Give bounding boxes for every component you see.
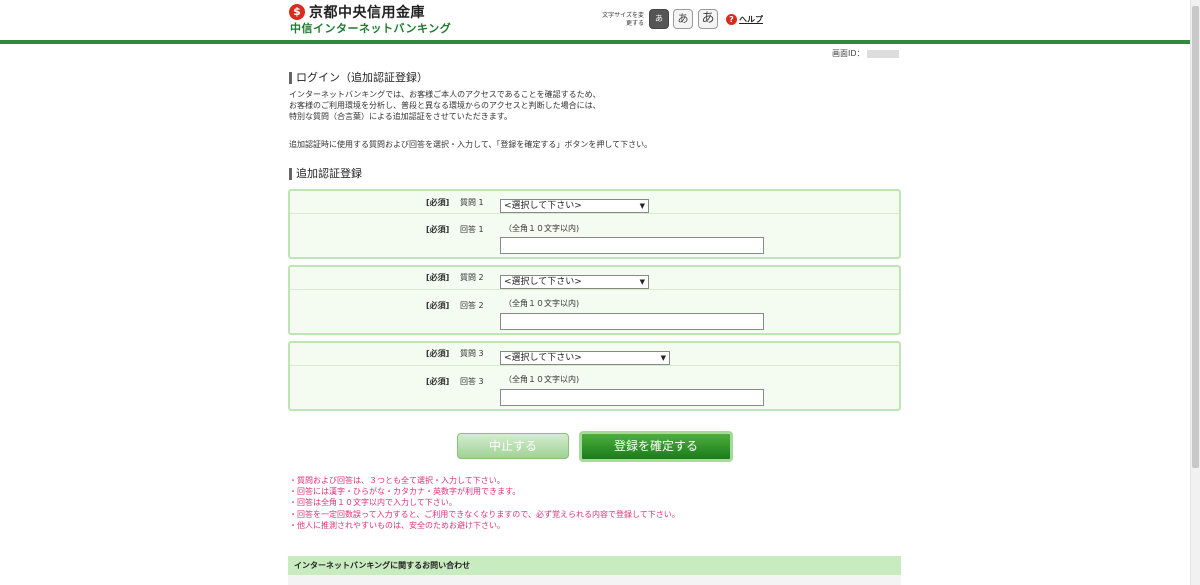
notes-list: ・質問および回答は、３つとも全て選択・入力して下さい。 ・回答には漢字・ひらがな… bbox=[289, 475, 680, 531]
question-select[interactable]: <選択して下さい> ▼ bbox=[500, 275, 649, 289]
header-divider bbox=[0, 40, 1190, 44]
select-value: <選択して下さい> bbox=[504, 277, 582, 287]
required-badge: [必須] bbox=[426, 301, 450, 310]
dropdown-arrow-icon: ▼ bbox=[660, 354, 666, 362]
dropdown-arrow-icon: ▼ bbox=[639, 278, 645, 286]
font-size-small-button[interactable]: あ bbox=[649, 9, 669, 29]
answer-input[interactable] bbox=[500, 237, 764, 254]
intro-line: 特別な質問（合言葉）による追加認証をさせていただきます。 bbox=[289, 112, 512, 121]
intro-text: インターネットバンキングでは、お客様ご本人のアクセスであることを確認するため、 … bbox=[289, 89, 889, 122]
question-label: 質問 1 bbox=[460, 198, 484, 207]
scroll-thumb[interactable] bbox=[1192, 6, 1199, 468]
question-label: 質問 3 bbox=[460, 349, 484, 358]
row-divider bbox=[290, 213, 899, 214]
dropdown-arrow-icon: ▼ bbox=[639, 202, 645, 210]
required-badge: [必須] bbox=[426, 198, 450, 207]
bank-logo-icon: $ bbox=[289, 4, 305, 20]
answer-label: 回答 1 bbox=[460, 225, 484, 234]
screen-id-label: 画面ID： bbox=[832, 49, 865, 58]
instruction-text: 追加認証時に使用する質問および回答を選択・入力して、「登録を確定する」ボタンを押… bbox=[289, 140, 653, 149]
contact-header: インターネットバンキングに関するお問い合わせ bbox=[288, 556, 901, 575]
answer-label: 回答 3 bbox=[460, 377, 484, 386]
bank-name: 京都中央信用金庫 bbox=[309, 5, 425, 21]
note-item: ・回答を一定回数誤って入力すると、ご利用できなくなりますので、必ず覚えられる内容… bbox=[289, 509, 680, 519]
question-label: 質問 2 bbox=[460, 273, 484, 282]
contact-body bbox=[288, 575, 901, 585]
note-item: ・質問および回答は、３つとも全て選択・入力して下さい。 bbox=[289, 476, 505, 485]
help-link[interactable]: ? ヘルプ bbox=[726, 14, 763, 25]
vertical-scrollbar[interactable] bbox=[1190, 0, 1200, 585]
question-select[interactable]: <選択して下さい> ▼ bbox=[500, 199, 649, 213]
question-block-1: [必須] 質問 1 <選択して下さい> ▼ [必須] 回答 1 （全角１０文字以内… bbox=[288, 189, 901, 259]
font-size-large-button[interactable]: あ bbox=[698, 9, 718, 29]
answer-hint: （全角１０文字以内) bbox=[504, 299, 580, 308]
question-select[interactable]: <選択して下さい> ▼ bbox=[500, 351, 670, 365]
note-item: ・回答は全角１０文字以内で入力して下さい。 bbox=[289, 498, 457, 508]
answer-hint: （全角１０文字以内) bbox=[504, 375, 580, 384]
cancel-button[interactable]: 中止する bbox=[457, 433, 569, 459]
note-item: ・回答には漢字・ひらがな・カタカナ・英数字が利用できます。 bbox=[289, 487, 521, 497]
answer-input[interactable] bbox=[500, 313, 764, 330]
select-value: <選択して下さい> bbox=[504, 201, 582, 211]
question-block-2: [必須] 質問 2 <選択して下さい> ▼ [必須] 回答 2 （全角１０文字以内… bbox=[288, 265, 901, 335]
required-badge: [必須] bbox=[426, 377, 450, 386]
intro-line: お客様のご利用環境を分析し、普段と異なる環境からのアクセスと判断した場合には、 bbox=[289, 101, 601, 110]
screen-id-value bbox=[866, 49, 899, 58]
intro-line: インターネットバンキングでは、お客様ご本人のアクセスであることを確認するため、 bbox=[289, 90, 601, 99]
section-title: 追加認証登録 bbox=[289, 168, 362, 180]
page-title: ログイン（追加認証登録） bbox=[289, 72, 428, 84]
font-size-label: 文字サイズを変更する bbox=[602, 12, 644, 27]
required-badge: [必須] bbox=[426, 225, 450, 234]
required-badge: [必須] bbox=[426, 349, 450, 358]
screen-id: 画面ID： bbox=[832, 48, 899, 59]
confirm-registration-button[interactable]: 登録を確定する bbox=[579, 431, 733, 462]
bank-subtitle: 中信インターネットバンキング bbox=[290, 22, 452, 35]
question-block-3: [必須] 質問 3 <選択して下さい> ▼ [必須] 回答 3 （全角１０文字以内… bbox=[288, 341, 901, 411]
answer-label: 回答 2 bbox=[460, 301, 484, 310]
row-divider bbox=[290, 365, 899, 366]
note-item: ・他人に推測されやすいものは、安全のためお避け下さい。 bbox=[289, 520, 505, 530]
row-divider bbox=[290, 289, 899, 290]
answer-hint: （全角１０文字以内) bbox=[504, 224, 580, 233]
answer-input[interactable] bbox=[500, 389, 764, 406]
question-icon: ? bbox=[726, 14, 737, 25]
required-badge: [必須] bbox=[426, 273, 450, 282]
select-value: <選択して下さい> bbox=[504, 353, 582, 363]
font-size-medium-button[interactable]: あ bbox=[673, 9, 693, 29]
help-label: ヘルプ bbox=[739, 15, 763, 24]
